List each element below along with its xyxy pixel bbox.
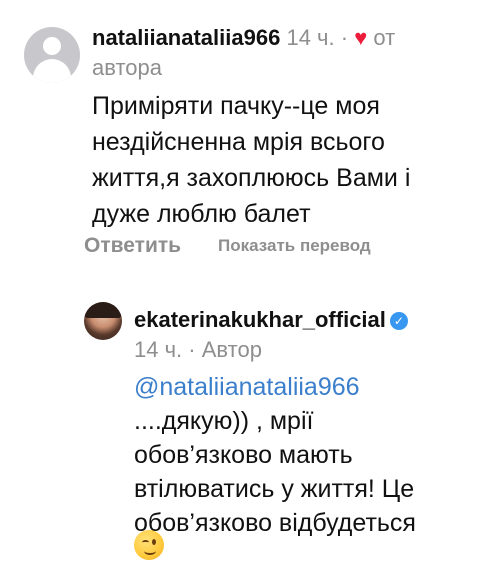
author-avatar[interactable] <box>84 302 122 340</box>
reply-meta: 14 ч. · Автор <box>134 336 262 364</box>
emoji-smile <box>144 547 156 555</box>
avatar-hair-shape <box>84 302 122 318</box>
default-avatar[interactable] <box>24 27 80 83</box>
comment-username[interactable]: nataliianataliia966 <box>92 25 280 50</box>
reply-button[interactable]: Ответить <box>84 232 181 260</box>
emoji-closed-eye <box>142 540 149 545</box>
reply-username[interactable]: ekaterinakukhar_official <box>134 307 386 332</box>
heart-icon: ♥ <box>354 25 368 50</box>
winking-face-icon <box>134 530 164 560</box>
liked-by-author-label: от <box>373 25 396 50</box>
verified-badge-icon: ✓ <box>389 312 408 330</box>
emoji-open-eye <box>152 539 156 545</box>
separator-dot: · <box>340 25 349 50</box>
comment-time: 14 ч. <box>286 25 335 50</box>
reply-time: 14 ч. <box>134 337 183 362</box>
show-translation-button[interactable]: Показать перевод <box>218 234 371 258</box>
liked-by-author-label-cont: автора <box>92 55 162 80</box>
separator-dot: · <box>188 337 196 362</box>
author-label: Автор <box>201 337 262 362</box>
reply-header: ekaterinakukhar_official ✓ <box>134 306 408 334</box>
reply-text: ....дякую)) , мрії обов’язково мають вті… <box>134 407 416 537</box>
avatar-body-shape <box>33 59 71 83</box>
mention-link[interactable]: @nataliianataliia966 <box>134 373 360 401</box>
reply-text-block: @nataliianataliia966 ....дякую)) , мрії … <box>134 370 494 540</box>
comment-text: Приміряти пачку--це моя нездійсненна мрі… <box>92 92 411 228</box>
comment-header: nataliianataliia966 14 ч. · ♥ от <box>92 24 395 52</box>
avatar-head-shape <box>43 37 61 55</box>
